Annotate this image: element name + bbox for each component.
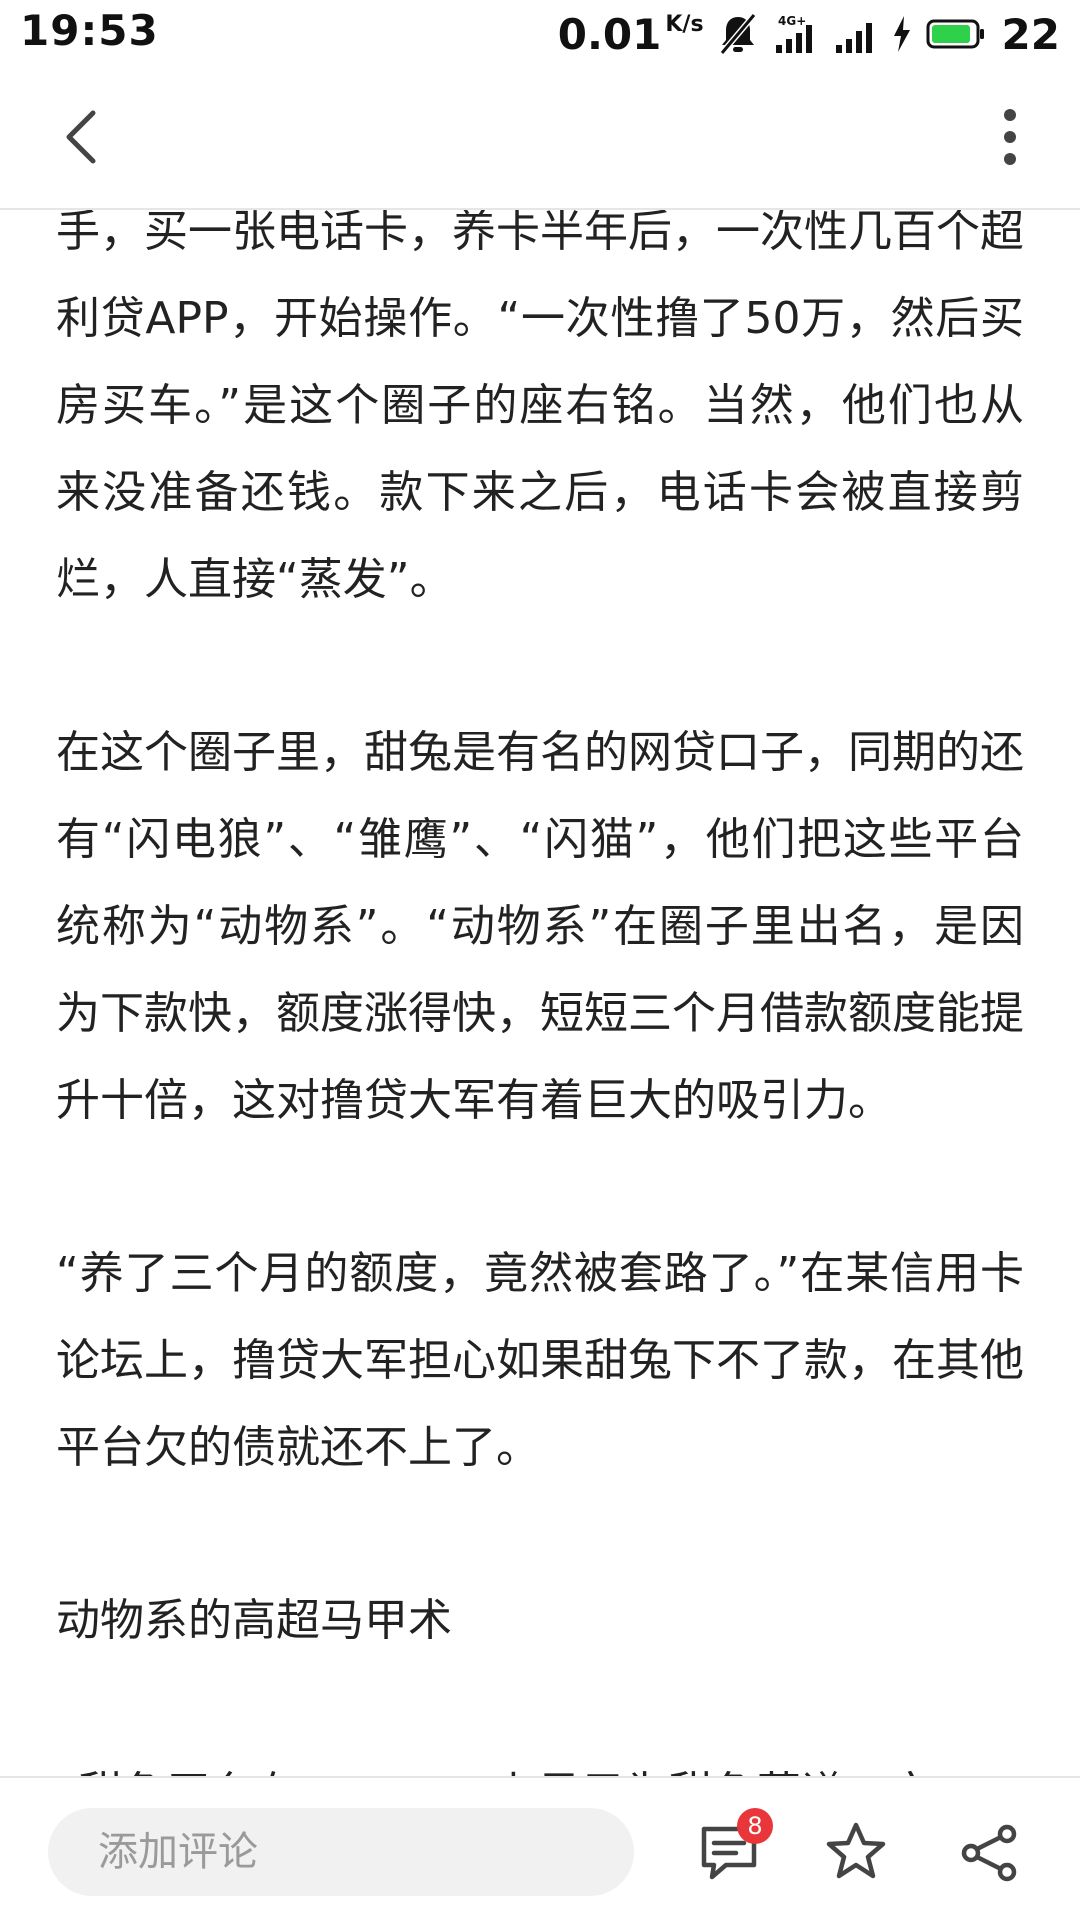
article-content: 手，买一张电话卡，养卡半年后，一次性几百个超利贷APP，开始操作。“一次性撸了5…	[56, 208, 1024, 1776]
status-indicators: 0.01 K/s 4G+ 22	[558, 6, 1060, 62]
star-icon	[826, 1822, 886, 1879]
more-vertical-icon	[1004, 109, 1016, 165]
signal-icon	[834, 13, 878, 55]
chevron-left-icon	[66, 110, 96, 164]
status-bar: 19:53 0.01 K/s 4G+ 22	[0, 0, 1080, 66]
more-options-button[interactable]	[980, 94, 1040, 180]
bottom-action-bar: 8	[0, 1776, 1080, 1920]
comment-input[interactable]	[48, 1808, 634, 1896]
mute-bell-icon	[718, 13, 758, 55]
article-body[interactable]: 手，买一张电话卡，养卡半年后，一次性几百个超利贷APP，开始操作。“一次性撸了5…	[0, 208, 1080, 1776]
article-paragraph: “养了三个月的额度，竟然被套路了。”在某信用卡论坛上，撸贷大军担心如果甜兔下不了…	[56, 1248, 1024, 1473]
article-paragraph: 手，买一张电话卡，养卡半年后，一次性几百个超利贷APP，开始操作。“一次性撸了5…	[56, 208, 1024, 605]
battery-level: 22	[1001, 9, 1060, 59]
article-subheading: 动物系的高超马甲术	[56, 1595, 452, 1646]
charging-icon	[892, 16, 912, 52]
article-paragraph: 在这个圈子里，甜兔是有名的网贷口子，同期的还有“闪电狼”、“雏鹰”、“闪猫”，他…	[56, 727, 1024, 1126]
article-screen: 19:53 0.01 K/s 4G+ 22 手，买一张电话卡，养卡半年后，一次性…	[0, 0, 1080, 1920]
svg-text:4G+: 4G+	[778, 14, 806, 28]
status-time: 19:53	[20, 6, 159, 55]
favorite-button[interactable]	[813, 1808, 899, 1894]
network-speed-unit: K/s	[665, 11, 704, 37]
share-button[interactable]	[947, 1810, 1033, 1896]
network-speed-value: 0.01	[557, 9, 662, 59]
comment-count-badge: 8	[737, 1808, 773, 1844]
signal-4g-icon: 4G+	[772, 13, 820, 55]
back-button[interactable]	[38, 94, 124, 180]
article-paragraph: “甜兔平台在appstore上显示为甜兔菜谱，实	[56, 1750, 1024, 1776]
top-nav-bar	[0, 66, 1080, 210]
share-icon	[961, 1824, 1017, 1882]
battery-icon	[926, 18, 986, 50]
network-speed: 0.01 K/s	[558, 10, 704, 59]
